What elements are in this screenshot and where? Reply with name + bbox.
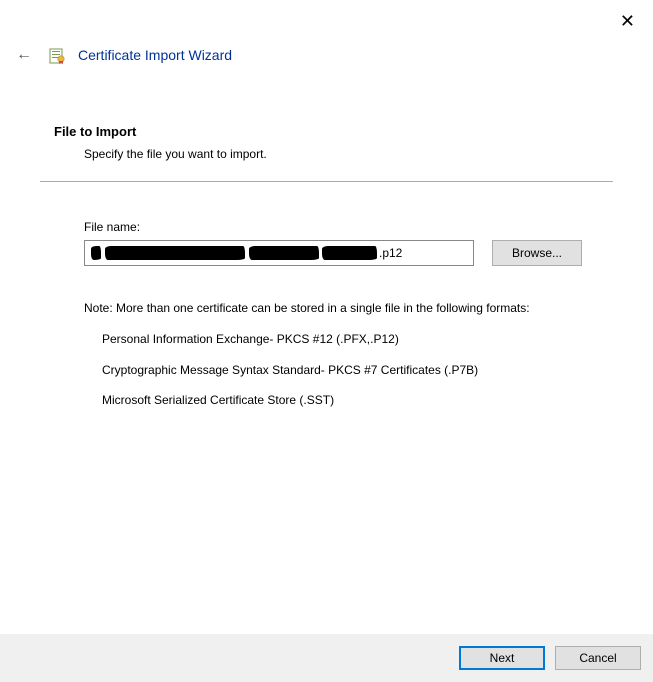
browse-button[interactable]: Browse... — [492, 240, 582, 266]
note-block: Note: More than one certificate can be s… — [84, 300, 613, 409]
wizard-header: ← Certificate Import Wizard — [12, 44, 232, 66]
footer-bar: Next Cancel — [0, 634, 653, 682]
redacted-text — [91, 246, 101, 260]
wizard-title: Certificate Import Wizard — [78, 47, 232, 63]
redacted-text — [105, 246, 245, 260]
file-row: .p12 Browse... — [84, 240, 613, 266]
section-heading: File to Import — [54, 124, 613, 139]
filename-suffix: .p12 — [379, 246, 402, 260]
redacted-text — [322, 246, 377, 260]
close-button[interactable]: ✕ — [616, 8, 639, 34]
back-button[interactable]: ← — [12, 44, 36, 66]
filename-input[interactable]: .p12 — [84, 240, 474, 266]
divider — [40, 181, 613, 182]
note-lead: Note: More than one certificate can be s… — [84, 300, 613, 317]
redacted-text — [249, 246, 319, 260]
filename-label: File name: — [84, 220, 613, 234]
certificate-icon — [48, 46, 66, 64]
next-button[interactable]: Next — [459, 646, 545, 670]
section-subheading: Specify the file you want to import. — [84, 147, 613, 161]
content-area: File to Import Specify the file you want… — [40, 124, 613, 423]
cancel-button[interactable]: Cancel — [555, 646, 641, 670]
note-item: Microsoft Serialized Certificate Store (… — [102, 392, 613, 409]
note-item: Cryptographic Message Syntax Standard- P… — [102, 362, 613, 379]
note-item: Personal Information Exchange- PKCS #12 … — [102, 331, 613, 348]
